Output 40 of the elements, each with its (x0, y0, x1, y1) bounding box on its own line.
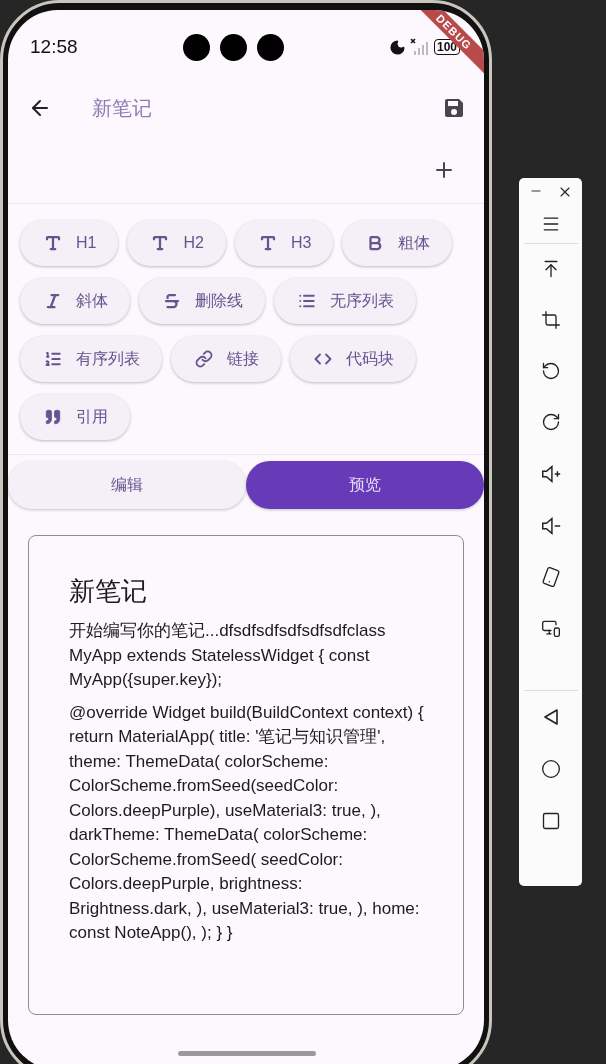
format-button[interactable]: 无序列表 (274, 278, 416, 324)
numbered-list-icon (44, 350, 62, 368)
format-button[interactable]: 删除线 (139, 278, 265, 324)
app-bar-title: 新笔记 (92, 95, 153, 121)
format-button[interactable]: 斜体 (20, 278, 130, 324)
recents-nav-button[interactable] (540, 811, 561, 831)
moon-icon (388, 38, 406, 56)
strikethrough-icon (163, 292, 181, 310)
camera-hole (256, 33, 284, 61)
rotate-left-button[interactable] (540, 361, 561, 381)
heading-icon (151, 234, 170, 252)
mode-tab[interactable]: 编辑 (8, 461, 246, 509)
rotate-device-button[interactable] (540, 567, 561, 587)
italic-icon (44, 292, 62, 310)
format-button[interactable]: 有序列表 (20, 336, 162, 382)
home-nav-button[interactable] (540, 759, 561, 779)
devices-button[interactable] (540, 618, 561, 638)
format-button[interactable]: H2 (127, 220, 226, 266)
rotate-right-button[interactable] (540, 412, 561, 432)
signal-icon (409, 38, 430, 56)
format-button[interactable]: 粗体 (342, 220, 453, 266)
mode-tab[interactable]: 预览 (246, 461, 484, 509)
crop-button[interactable] (540, 310, 561, 330)
note-title: 新笔记 (69, 575, 148, 608)
format-button[interactable]: H1 (20, 220, 119, 266)
format-button[interactable]: H3 (234, 220, 334, 266)
quote-icon (44, 408, 62, 426)
format-button[interactable]: 引用 (20, 394, 130, 440)
format-button[interactable]: 链接 (171, 336, 281, 382)
save-button[interactable] (442, 96, 466, 120)
list-icon (298, 292, 316, 310)
note-paragraph: 开始编写你的笔记...dfsdfsdfsdfsdfsdfclass MyApp extends StatelessWidget { const MyApp({super.key}); (69, 620, 387, 691)
camera-hole (219, 33, 247, 61)
note-paragraph: @override Widget build(BuildContext context) { return MaterialApp( title: '笔记与知识管理', theme: ThemeData( colorScheme: ColorScheme.fromSeed(seedColor: Colors.deepPurple), useMaterial3: true, ), darkTheme: ThemeData( colorScheme: ColorScheme.fromSeed( seedColor: Colors.deepPurple, brightness: Brightness.dark, ), useMaterial3: true, ), home: const NoteApp(), ); } } (69, 701, 425, 944)
camera-hole (182, 33, 210, 61)
heading-icon (258, 234, 277, 252)
format-button[interactable]: 代码块 (290, 336, 416, 382)
status-time: 12:58 (30, 36, 78, 58)
link-icon (195, 350, 213, 368)
heading-icon (44, 234, 62, 252)
